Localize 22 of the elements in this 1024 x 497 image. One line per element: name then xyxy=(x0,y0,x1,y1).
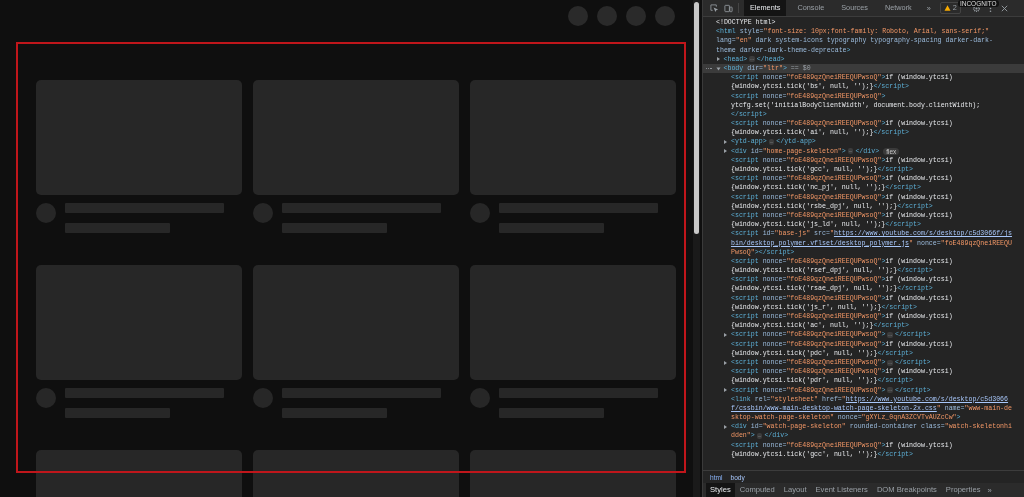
close-icon[interactable] xyxy=(999,3,1009,13)
icon-placeholder xyxy=(626,6,646,26)
disclosure-triangle-icon[interactable] xyxy=(724,424,727,429)
disclosure-triangle-icon[interactable] xyxy=(724,360,727,365)
skeleton-avatar xyxy=(253,388,273,408)
disclosure-triangle-icon[interactable] xyxy=(724,332,727,337)
skeleton-avatar xyxy=(36,388,56,408)
inspect-icon[interactable] xyxy=(710,3,719,13)
icon-placeholder xyxy=(655,6,675,26)
disclosure-triangle-icon[interactable] xyxy=(716,57,720,62)
device-icon[interactable] xyxy=(724,3,733,13)
skeleton-avatar xyxy=(253,203,273,223)
disclosure-triangle-icon[interactable] xyxy=(724,149,727,154)
disclosure-triangle-icon[interactable] xyxy=(724,140,727,145)
disclosure-triangle-icon[interactable] xyxy=(724,388,727,393)
scrollbar[interactable] xyxy=(693,0,700,497)
skeleton-avatar xyxy=(470,203,490,223)
skeleton-avatar xyxy=(470,388,490,408)
disclosure-triangle-icon[interactable] xyxy=(716,67,720,71)
skeleton-avatar xyxy=(36,203,56,223)
icon-placeholder xyxy=(597,6,617,26)
icon-placeholder xyxy=(568,6,588,26)
